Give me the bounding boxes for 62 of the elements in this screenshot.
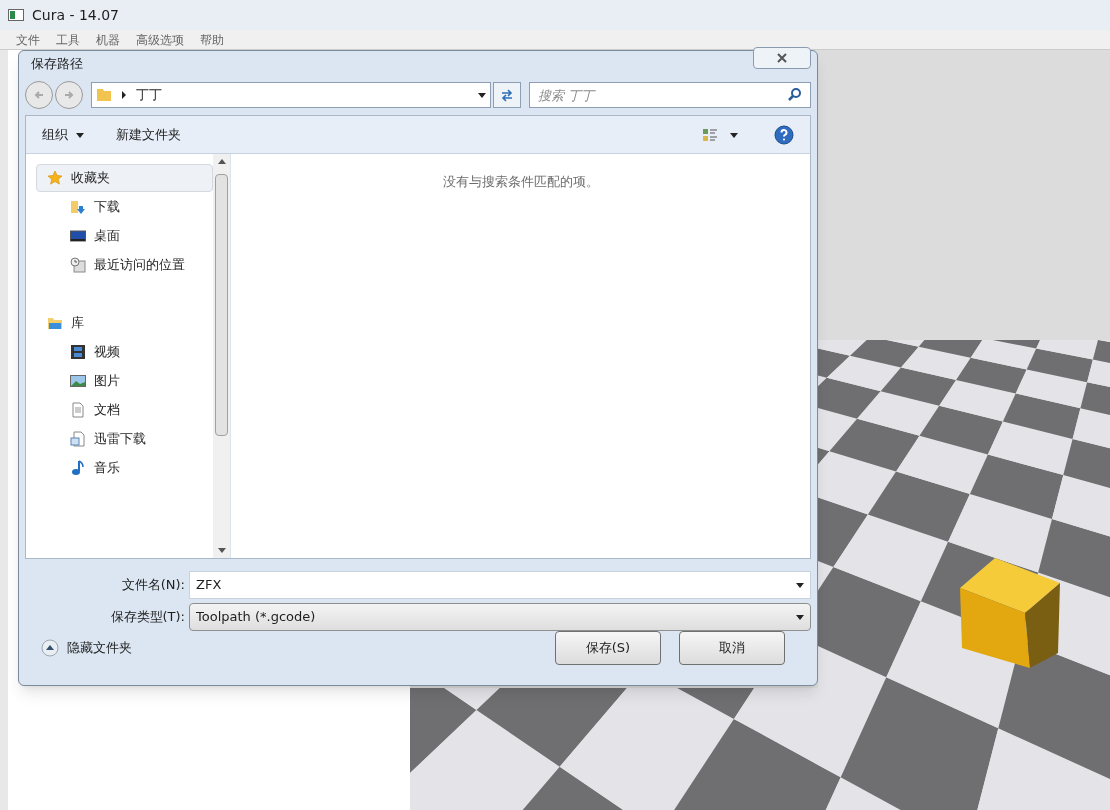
dialog-button[interactable]: 取消 (679, 631, 785, 665)
caret-icon (76, 130, 84, 139)
organize-button[interactable]: 组织 (42, 124, 84, 145)
nav-group-header[interactable]: 库 (36, 309, 213, 337)
scrollbar[interactable] (213, 154, 230, 558)
caret-icon (478, 91, 486, 99)
field-label: 文件名(N): (120, 576, 185, 595)
folder-download-icon (70, 198, 86, 215)
file-type-dropdown[interactable]: Toolpath (*.gcode) (189, 603, 811, 631)
document-icon (70, 430, 86, 447)
picture-icon (70, 372, 86, 389)
search-field[interactable]: 搜索 丁丁 (529, 82, 811, 108)
dialog-title: 保存路径 (31, 55, 83, 74)
scroll-down-arrow-icon[interactable] (217, 546, 226, 554)
field-label: 保存类型(T): (109, 608, 185, 627)
nav-item[interactable]: 图片 (36, 366, 213, 395)
caret-icon (796, 581, 804, 589)
folder-icon (96, 87, 112, 103)
nav-item[interactable]: 桌面 (36, 221, 213, 250)
app-icon (8, 9, 24, 21)
desktop-icon (70, 227, 86, 244)
window-title: Cura - 14.07 (32, 5, 119, 25)
new-folder-button[interactable]: 新建文件夹 (116, 124, 181, 145)
collapse-up-icon (41, 639, 59, 657)
view-options-icon[interactable] (702, 126, 718, 143)
refresh-button[interactable] (493, 82, 521, 108)
search-icon[interactable] (787, 87, 803, 103)
filename-combo-box[interactable]: ZFX (189, 571, 811, 599)
caret-icon (796, 613, 804, 621)
dialog-button[interactable]: 保存(S) (555, 631, 661, 665)
close-icon (776, 52, 788, 64)
nav-item[interactable]: 音乐 (36, 453, 213, 482)
nav-item[interactable]: 最近访问的位置 (36, 250, 213, 279)
recent-places-icon (70, 256, 86, 273)
breadcrumb-arrow-icon (120, 91, 128, 99)
menu-item[interactable]: 文件 (16, 30, 40, 49)
menu-item[interactable]: 高级选项 (136, 30, 184, 49)
film-icon (70, 343, 86, 360)
scrollbar-thumb[interactable] (215, 174, 228, 436)
nav-item[interactable]: 文档 (36, 395, 213, 424)
nav-group-header[interactable]: 收藏夹 (36, 164, 213, 192)
back-arrow-icon (33, 89, 45, 101)
address-bar[interactable]: 丁丁 (91, 82, 491, 108)
caret-icon[interactable] (730, 130, 738, 139)
help-icon[interactable] (774, 124, 794, 145)
close-button[interactable] (753, 47, 811, 69)
menu-item[interactable]: 工具 (56, 30, 80, 49)
music-note-icon (70, 459, 86, 476)
star-icon (47, 170, 63, 186)
folder-icon (47, 315, 63, 331)
menu-item[interactable]: 机器 (96, 30, 120, 49)
menu-item[interactable]: 帮助 (200, 30, 224, 49)
empty-results-message: 没有与搜索条件匹配的项。 (442, 173, 599, 191)
nav-item[interactable]: 迅雷下载 (36, 424, 213, 453)
breadcrumb-item[interactable]: 丁丁 (136, 85, 162, 105)
forward-arrow-icon (63, 89, 75, 101)
nav-item[interactable]: 视频 (36, 337, 213, 366)
nav-item[interactable]: 下载 (36, 192, 213, 221)
document-icon (70, 401, 86, 418)
scroll-up-arrow-icon[interactable] (217, 158, 226, 166)
hide-folders-button[interactable]: 隐藏文件夹 (41, 638, 132, 658)
refresh-arrows-icon (499, 87, 515, 103)
